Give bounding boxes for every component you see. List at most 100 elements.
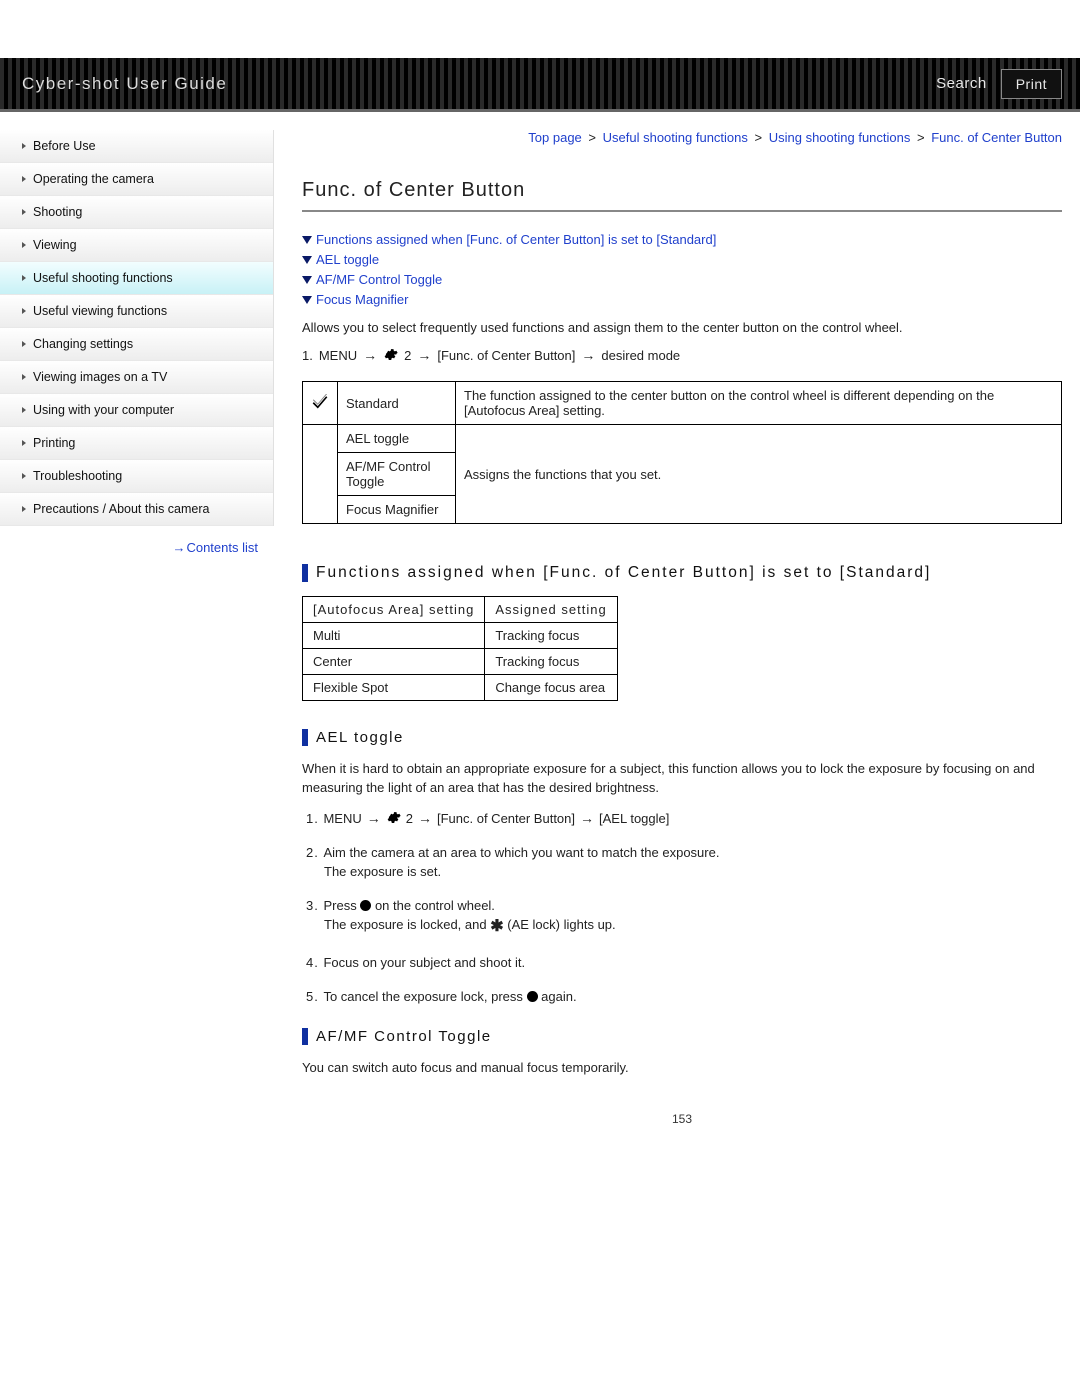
sidebar-item-label: Viewing xyxy=(33,238,77,252)
guide-title: Cyber-shot User Guide xyxy=(22,74,227,94)
sidebar-item-label: Shooting xyxy=(33,205,82,219)
step-subtext: The exposure is set. xyxy=(324,862,1062,882)
sidebar-item[interactable]: Changing settings xyxy=(0,328,273,361)
breadcrumb-item[interactable]: Using shooting functions xyxy=(769,130,911,145)
mode-name: Standard xyxy=(338,382,456,425)
anchor-link[interactable]: Functions assigned when [Func. of Center… xyxy=(302,232,1062,247)
print-button[interactable]: Print xyxy=(1001,69,1062,99)
anchor-list: Functions assigned when [Func. of Center… xyxy=(302,232,1062,307)
afmf-para: You can switch auto focus and manual foc… xyxy=(302,1059,1062,1078)
center-button-icon xyxy=(360,900,371,911)
step-subtext: The exposure is locked, and xyxy=(324,917,487,932)
search-button[interactable]: Search xyxy=(936,75,987,92)
sidebar-item[interactable]: Using with your computer xyxy=(0,394,273,427)
header-bar: Cyber-shot User Guide Search Print xyxy=(0,58,1080,112)
breadcrumb-separator: > xyxy=(913,130,928,145)
step-num: 1. xyxy=(302,348,313,363)
sidebar-item-label: Changing settings xyxy=(33,337,133,351)
step-text: Focus on your subject and shoot it. xyxy=(323,955,525,970)
step-text: To cancel the exposure lock, press xyxy=(323,989,522,1004)
mode-name: AEL toggle xyxy=(338,425,456,453)
breadcrumb-item[interactable]: Top page xyxy=(528,130,582,145)
table-row: Multi Tracking focus xyxy=(303,623,618,649)
contents-list-link[interactable]: →Contents list xyxy=(172,540,258,555)
table-row: Standard The function assigned to the ce… xyxy=(303,382,1062,425)
ael-para: When it is hard to obtain an appropriate… xyxy=(302,760,1062,798)
header-actions: Search Print xyxy=(936,69,1062,99)
sidebar-item[interactable]: Troubleshooting xyxy=(0,460,273,493)
sidebar-item[interactable]: Viewing xyxy=(0,229,273,262)
checkmark-icon xyxy=(311,394,329,410)
anchor-link[interactable]: AF/MF Control Toggle xyxy=(302,272,1062,287)
sidebar-item-label: Useful shooting functions xyxy=(33,271,173,285)
triangle-down-icon xyxy=(302,296,312,304)
step-text: Press xyxy=(323,898,356,913)
table-row: Center Tracking focus xyxy=(303,649,618,675)
sidebar-item[interactable]: Before Use xyxy=(0,130,273,163)
section-heading-standard: Functions assigned when [Func. of Center… xyxy=(302,564,1062,582)
anchor-link[interactable]: Focus Magnifier xyxy=(302,292,1062,307)
main-content: Top page > Useful shooting functions > U… xyxy=(274,112,1080,1126)
sidebar-item-label: Using with your computer xyxy=(33,403,174,417)
sidebar-item[interactable]: Operating the camera xyxy=(0,163,273,196)
caret-icon xyxy=(22,374,26,380)
arrow-icon: → xyxy=(367,808,381,829)
step-item: Focus on your subject and shoot it. xyxy=(306,953,1062,973)
gear-number: 2 xyxy=(406,809,413,829)
caret-icon xyxy=(22,209,26,215)
check-cell xyxy=(303,425,338,524)
menu-end: desired mode xyxy=(601,348,680,363)
sidebar-item[interactable]: Shooting xyxy=(0,196,273,229)
caret-icon xyxy=(22,473,26,479)
breadcrumb-item[interactable]: Useful shooting functions xyxy=(603,130,748,145)
sidebar: Before UseOperating the camera Shooting Vi… xyxy=(0,112,274,1126)
caret-icon xyxy=(22,308,26,314)
mode-desc: The function assigned to the center butt… xyxy=(456,382,1062,425)
sidebar-item-label: Viewing images on a TV xyxy=(33,370,167,384)
anchor-text: Functions assigned when [Func. of Center… xyxy=(316,232,716,247)
gear-icon xyxy=(383,347,398,363)
table-row: AEL toggle Assigns the functions that yo… xyxy=(303,425,1062,453)
table-cell: Change focus area xyxy=(485,675,617,701)
table-cell: Tracking focus xyxy=(485,623,617,649)
table-header-row: [Autofocus Area] setting Assigned settin… xyxy=(303,597,618,623)
breadcrumb-separator: > xyxy=(585,130,600,145)
sidebar-item[interactable]: Useful viewing functions xyxy=(0,295,273,328)
menu-label: MENU xyxy=(323,809,361,829)
nav-list: Before UseOperating the camera Shooting Vi… xyxy=(0,130,274,526)
anchor-link[interactable]: AEL toggle xyxy=(302,252,1062,267)
ael-steps: MENU → 2 → [Func. of Center Button] → [A… xyxy=(302,808,1062,1007)
menu-item: [Func. of Center Button] xyxy=(437,348,575,363)
caret-icon xyxy=(22,341,26,347)
caret-icon xyxy=(22,506,26,512)
page-number: 153 xyxy=(302,1112,1062,1126)
caret-icon xyxy=(22,407,26,413)
table-header: Assigned setting xyxy=(485,597,617,623)
step-item: Press on the control wheel. The exposure… xyxy=(306,896,1062,940)
step-subtext: (AE lock) lights up. xyxy=(507,917,615,932)
modes-table: Standard The function assigned to the ce… xyxy=(302,381,1062,524)
caret-icon xyxy=(22,275,26,281)
sidebar-item[interactable]: Useful shooting functions xyxy=(0,262,273,295)
menu-item: [Func. of Center Button] xyxy=(437,809,575,829)
section-heading-ael: AEL toggle xyxy=(302,729,1062,746)
step-item: MENU → 2 → [Func. of Center Button] → [A… xyxy=(306,808,1062,829)
assigned-table: [Autofocus Area] setting Assigned settin… xyxy=(302,596,618,701)
sidebar-item[interactable]: Viewing images on a TV xyxy=(0,361,273,394)
table-header: [Autofocus Area] setting xyxy=(303,597,485,623)
section-heading-afmf: AF/MF Control Toggle xyxy=(302,1028,1062,1045)
table-cell: Flexible Spot xyxy=(303,675,485,701)
menu-end: [AEL toggle] xyxy=(599,809,669,829)
sidebar-item[interactable]: Precautions / About this camera xyxy=(0,493,273,526)
table-row: Flexible Spot Change focus area xyxy=(303,675,618,701)
mode-name: Focus Magnifier xyxy=(338,496,456,524)
arrow-icon: → xyxy=(580,808,594,829)
step-item: Aim the camera at an area to which you w… xyxy=(306,843,1062,882)
anchor-text: Focus Magnifier xyxy=(316,292,408,307)
triangle-down-icon xyxy=(302,276,312,284)
anchor-text: AF/MF Control Toggle xyxy=(316,272,442,287)
arrow-icon: → xyxy=(363,347,377,363)
triangle-down-icon xyxy=(302,236,312,244)
sidebar-item[interactable]: Printing xyxy=(0,427,273,460)
mode-desc: Assigns the functions that you set. xyxy=(456,425,1062,524)
